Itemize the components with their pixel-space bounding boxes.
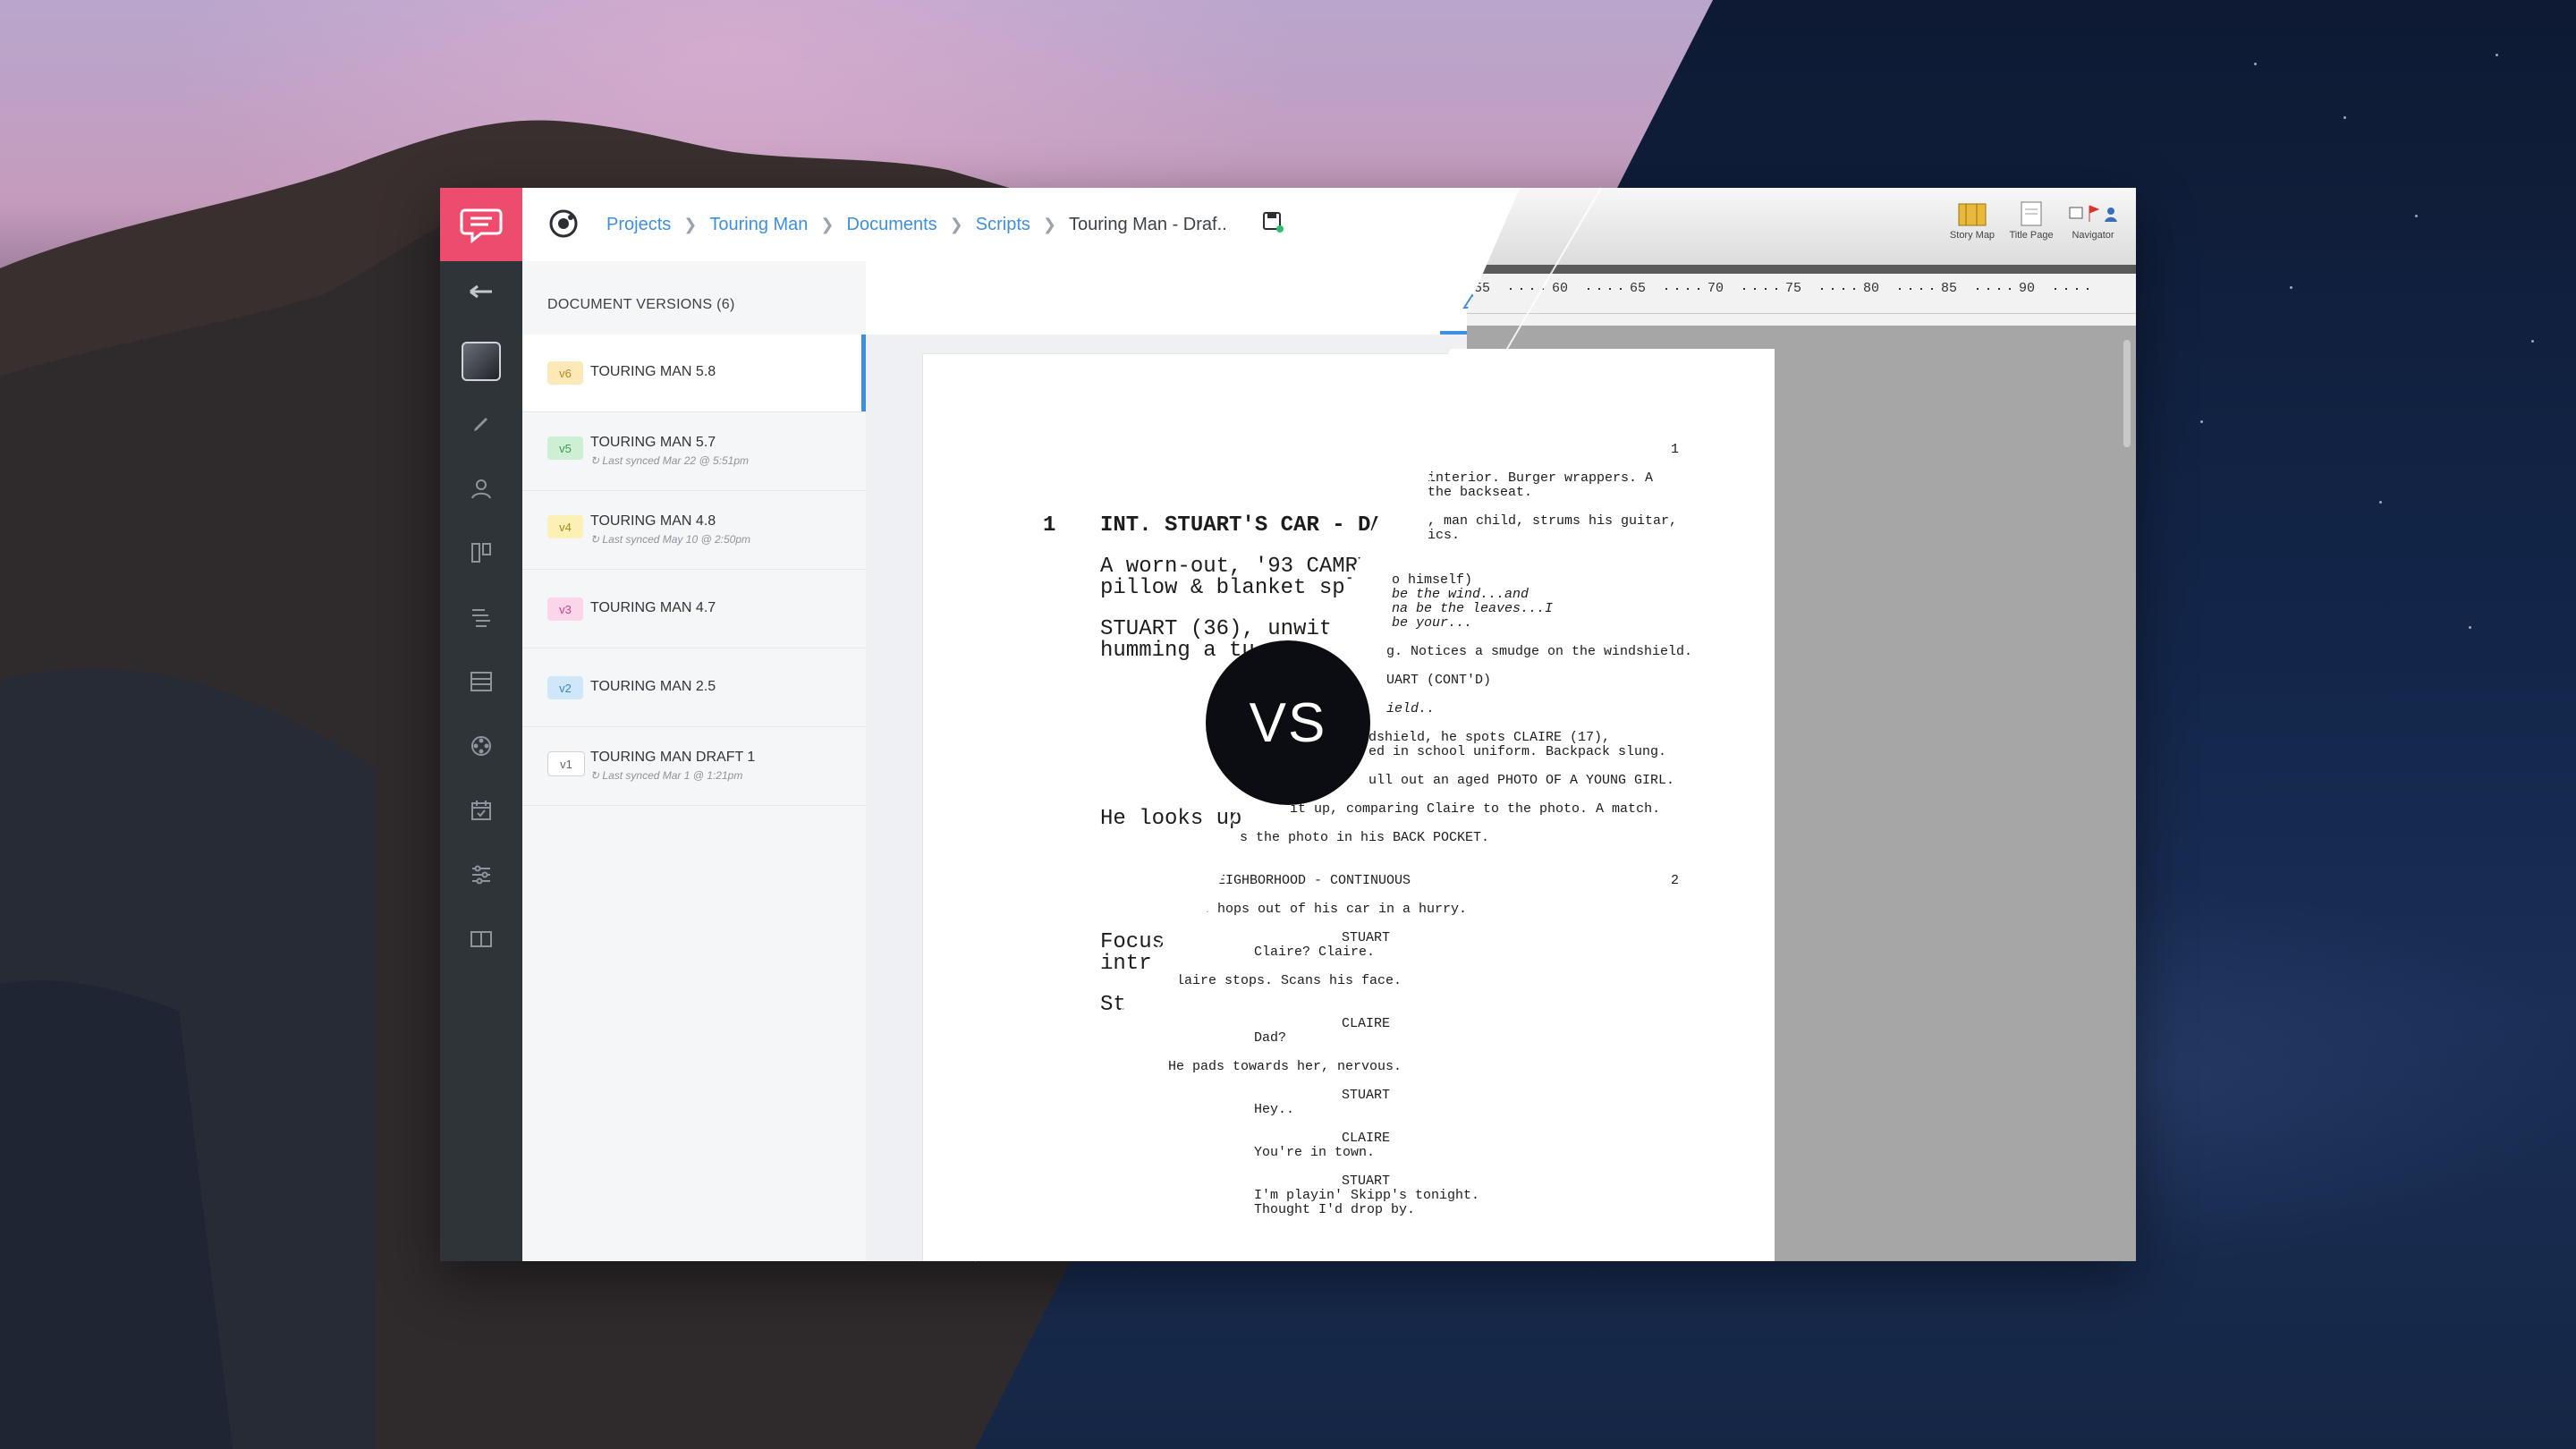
vs-badge: VS	[1206, 640, 1370, 805]
